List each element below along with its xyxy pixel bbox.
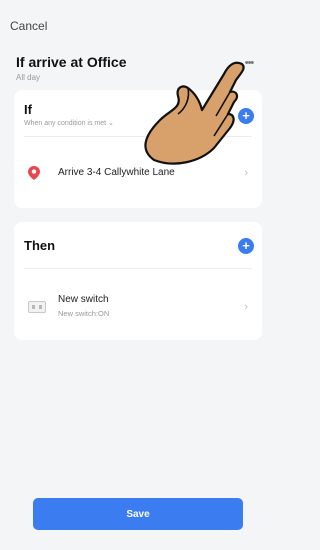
chevron-right-icon: › — [244, 301, 248, 313]
switch-icon — [28, 300, 46, 318]
pointing-hand-icon — [144, 61, 245, 165]
action-row[interactable]: New switch New switch:ON › — [14, 284, 262, 330]
page-title: If arrive at Office — [16, 54, 127, 70]
action-title: New switch — [58, 294, 109, 305]
location-pin-icon — [28, 166, 40, 185]
add-action-button[interactable]: + — [238, 238, 254, 254]
divider — [24, 268, 252, 269]
then-card: Then + New switch New switch:ON › — [14, 222, 262, 340]
page-subtitle: All day — [16, 73, 41, 82]
action-subtitle: New switch:ON — [58, 309, 110, 318]
cancel-button[interactable]: Cancel — [10, 19, 47, 33]
if-heading: If — [24, 102, 32, 117]
condition-label: Arrive 3-4 Callywhite Lane — [58, 167, 175, 178]
then-heading: Then — [24, 238, 56, 253]
save-button[interactable]: Save — [33, 498, 243, 530]
condition-mode-dropdown[interactable]: When any condition is met ⌄ — [24, 119, 114, 127]
chevron-right-icon: › — [244, 167, 248, 179]
